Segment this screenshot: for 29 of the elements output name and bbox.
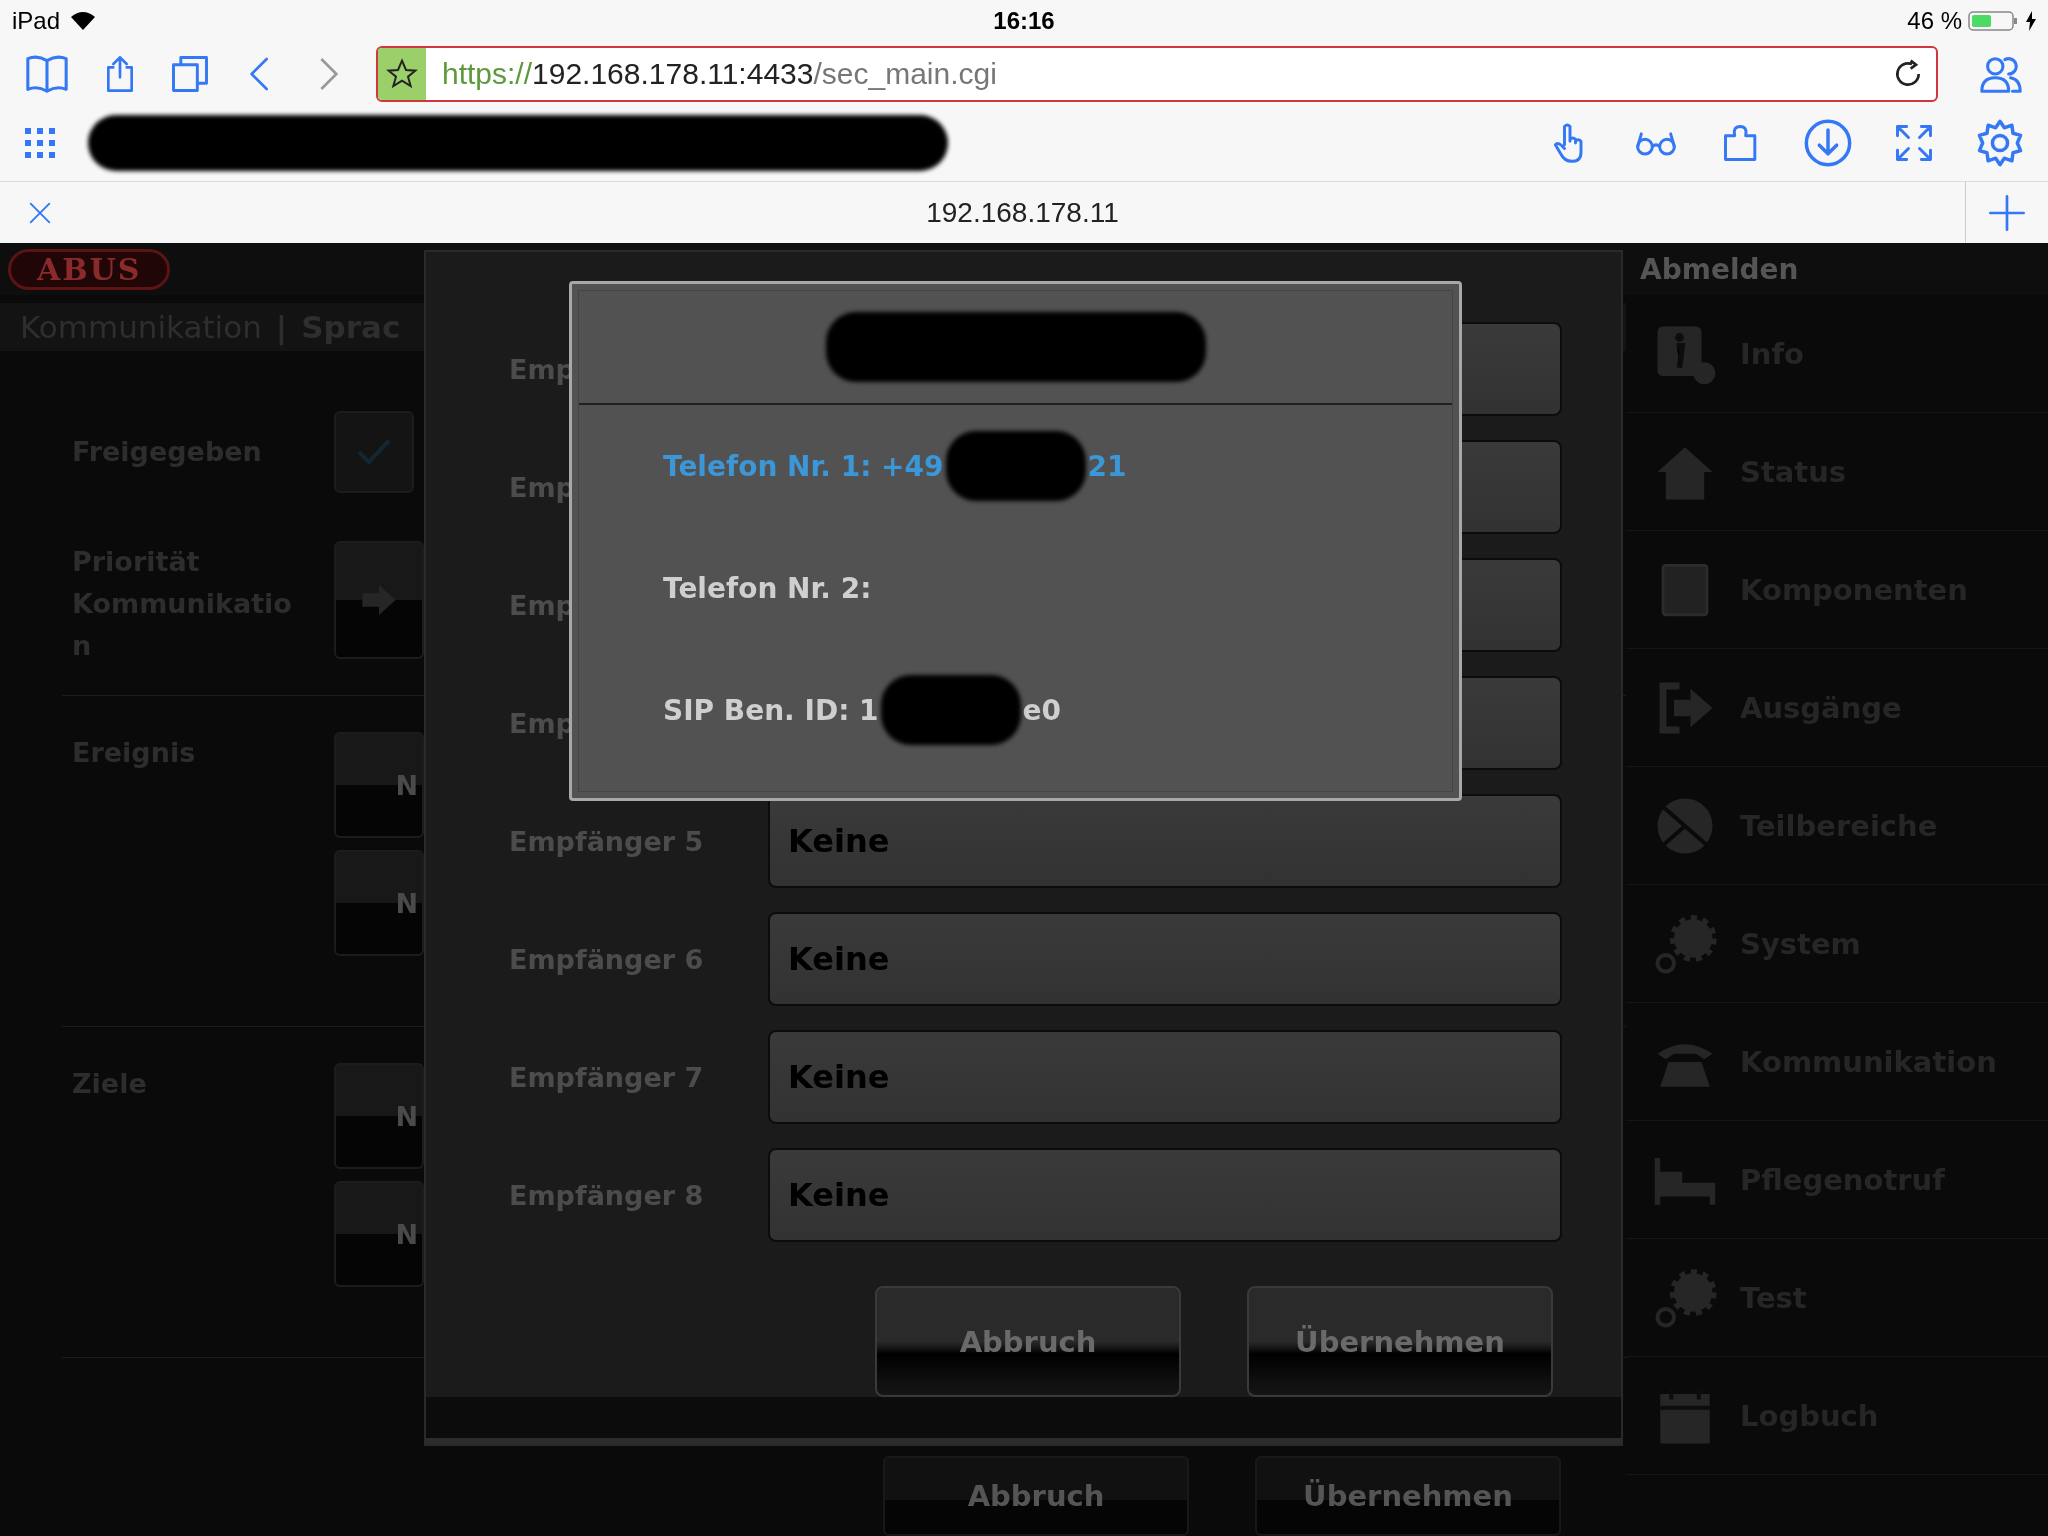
- recipient-field[interactable]: Keine: [768, 794, 1562, 888]
- select-button[interactable]: N: [334, 732, 424, 838]
- recipient-field[interactable]: Keine: [768, 1148, 1562, 1242]
- page-button[interactable]: Abbruch: [883, 1456, 1189, 1536]
- dialog-button[interactable]: Übernehmen: [1247, 1286, 1553, 1397]
- menu-option[interactable]: Telefon Nr. 1: +49 21: [579, 405, 1452, 527]
- select-button[interactable]: N: [334, 1181, 424, 1287]
- plus-icon[interactable]: [1987, 192, 2027, 233]
- breadcrumb-separator: |: [275, 309, 288, 345]
- menu-option[interactable]: Telefon Nr. 2:: [579, 527, 1452, 649]
- wifi-icon: [70, 10, 97, 31]
- menu-option[interactable]: SIP Ben. ID: 1 e0: [579, 649, 1452, 771]
- star-icon[interactable]: [386, 57, 418, 90]
- url-text: https://192.168.178.11:4433/sec_main.cgi: [441, 56, 998, 91]
- logo: ABUS: [8, 248, 171, 290]
- charging-icon: [2026, 10, 2036, 31]
- battery-percent: 46 %: [1907, 6, 1962, 35]
- page-button[interactable]: Übernehmen: [1255, 1456, 1561, 1536]
- device-name: iPad: [12, 6, 61, 35]
- address-bar[interactable]: https://192.168.178.11:4433/sec_main.cgi: [376, 45, 1938, 102]
- select-button[interactable]: N: [334, 1063, 424, 1169]
- dialog-button[interactable]: Abbruch: [875, 1286, 1181, 1397]
- recipient-field[interactable]: Keine: [768, 912, 1562, 1006]
- logout-link[interactable]: Abmelden: [1640, 252, 2040, 286]
- checkbox[interactable]: [334, 411, 414, 493]
- select-button[interactable]: N: [334, 850, 424, 956]
- battery-icon: [1968, 9, 2020, 32]
- recipient-field[interactable]: Keine: [768, 1030, 1562, 1124]
- clock: 16:16: [993, 6, 1055, 35]
